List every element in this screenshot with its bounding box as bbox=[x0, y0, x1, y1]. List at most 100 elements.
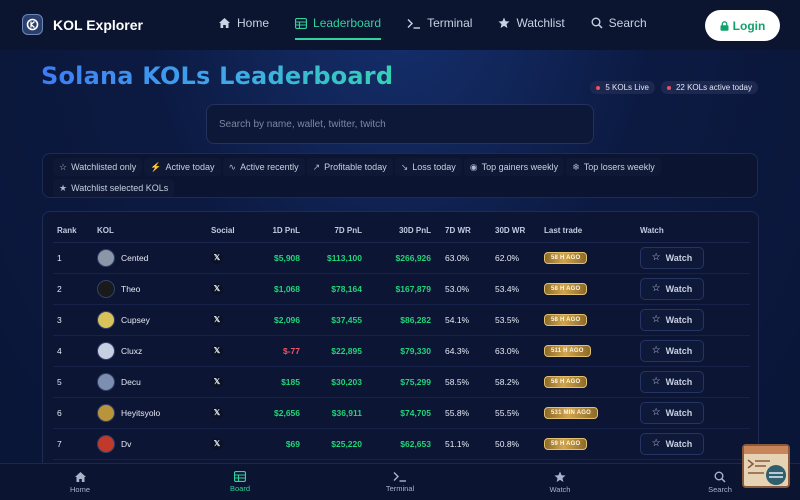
floating-chat-widget[interactable] bbox=[742, 444, 790, 488]
pnl-1d-cell: $185 bbox=[251, 366, 306, 398]
x-twitter-icon[interactable]: 𝕏 bbox=[211, 282, 223, 295]
kol-name: Cented bbox=[121, 252, 149, 263]
brand[interactable]: KOL Explorer bbox=[22, 14, 143, 35]
watch-label: Watch bbox=[665, 314, 693, 325]
wr-7d-cell: 55.8% bbox=[437, 397, 487, 429]
filter-icon: ◉ bbox=[469, 161, 478, 172]
table-row[interactable]: 4 Cluxz 𝕏 $-77 $22,895 $79,330 64.3% 63.0% 511 H… bbox=[53, 335, 750, 367]
filter-chip[interactable]: ❄ Top losers weekly bbox=[566, 158, 661, 176]
table-row[interactable]: 1 Cented 𝕏 $5,908 $113,100 $266,926 63.0% 62.0%… bbox=[53, 242, 750, 274]
x-twitter-icon[interactable]: 𝕏 bbox=[211, 406, 223, 419]
filter-bar: ☆ Watchlisted only ⚡ Active today ∿ Active re… bbox=[42, 153, 758, 198]
home-icon bbox=[74, 471, 86, 482]
social-cell: 𝕏 bbox=[211, 273, 251, 305]
star-outline-icon: ☆ bbox=[651, 345, 661, 356]
kol-cell[interactable]: Decu bbox=[97, 366, 211, 398]
kol-cell[interactable]: Dv bbox=[97, 428, 211, 460]
filter-label: Loss today bbox=[412, 162, 456, 172]
nav-watchlist[interactable]: Watchlist bbox=[498, 16, 565, 30]
filter-label: Active recently bbox=[240, 162, 299, 172]
watch-label: Watch bbox=[665, 283, 693, 294]
table-row[interactable]: 2 Theo 𝕏 $1,068 $78,164 $167,879 53.0% 53.4% 58 … bbox=[53, 273, 750, 305]
pnl-7d-cell: $37,455 bbox=[306, 304, 368, 336]
leaderboard-icon bbox=[295, 17, 308, 29]
rank-cell: 1 bbox=[53, 242, 97, 274]
avatar bbox=[97, 279, 115, 298]
pnl-30d-cell: $79,330 bbox=[368, 335, 437, 367]
filter-icon: ↘ bbox=[400, 161, 409, 172]
watch-button[interactable]: ☆ Watch bbox=[640, 277, 704, 300]
pnl-7d-cell: $78,164 bbox=[306, 273, 368, 305]
star-outline-icon: ☆ bbox=[651, 376, 661, 387]
bottom-nav-home[interactable]: Home bbox=[0, 464, 160, 500]
watch-button[interactable]: ☆ Watch bbox=[640, 246, 704, 269]
kol-cell[interactable]: Heyitsyolo bbox=[97, 397, 211, 429]
rank-cell: 4 bbox=[53, 335, 97, 367]
lock-icon bbox=[720, 20, 729, 31]
avatar bbox=[97, 434, 115, 453]
filter-chip[interactable]: ↘ Loss today bbox=[395, 158, 462, 176]
column-header: 30D PnL bbox=[368, 220, 437, 243]
bottom-nav-terminal[interactable]: Terminal bbox=[320, 464, 480, 500]
x-twitter-icon[interactable]: 𝕏 bbox=[211, 313, 223, 326]
filter-chip[interactable]: ◉ Top gainers weekly bbox=[464, 158, 564, 176]
rank-cell: 2 bbox=[53, 273, 97, 305]
wr-30d-cell: 53.5% bbox=[487, 304, 544, 336]
social-cell: 𝕏 bbox=[211, 366, 251, 398]
nav-search[interactable]: Search bbox=[591, 16, 647, 30]
star-icon bbox=[498, 17, 510, 28]
table-row[interactable]: 6 Heyitsyolo 𝕏 $2,656 $36,911 $74,705 55.8% 55.… bbox=[53, 397, 750, 429]
filter-chip[interactable]: ★ Watchlist selected KOLs bbox=[53, 179, 174, 197]
watch-label: Watch bbox=[665, 345, 693, 356]
filter-chip[interactable]: ↗ Profitable today bbox=[307, 158, 393, 176]
rank-cell: 6 bbox=[53, 397, 97, 429]
kol-cell[interactable]: Cented bbox=[97, 242, 211, 274]
last-trade-cell: 58 H AGO bbox=[544, 273, 640, 305]
nav-terminal[interactable]: Terminal bbox=[407, 16, 472, 30]
filter-icon: ∿ bbox=[228, 161, 237, 172]
filter-label: Active today bbox=[165, 162, 215, 172]
search-box bbox=[206, 104, 594, 144]
pnl-1d-cell: $2,656 bbox=[251, 397, 306, 429]
watch-cell: ☆ Watch bbox=[640, 335, 750, 367]
filter-chip[interactable]: ∿ Active recently bbox=[223, 158, 305, 176]
login-button[interactable]: Login bbox=[705, 10, 780, 41]
table-row[interactable]: 5 Decu 𝕏 $185 $30,203 $75,299 58.5% 58.2% 58 H A… bbox=[53, 366, 750, 398]
bottom-nav-board[interactable]: Board bbox=[160, 464, 320, 500]
avatar bbox=[97, 403, 115, 422]
search-input[interactable] bbox=[219, 118, 581, 130]
nav-home[interactable]: Home bbox=[218, 16, 269, 30]
filter-icon: ★ bbox=[59, 182, 68, 193]
filter-chip[interactable]: ☆ Watchlisted only bbox=[53, 158, 142, 176]
x-twitter-icon[interactable]: 𝕏 bbox=[211, 251, 223, 264]
kol-cell[interactable]: Cupsey bbox=[97, 304, 211, 336]
filter-icon: ↗ bbox=[312, 161, 321, 172]
bottom-nav-home-label: Home bbox=[69, 484, 90, 494]
bottom-nav-board-label: Board bbox=[229, 484, 250, 493]
bottom-nav-watch[interactable]: Watch bbox=[480, 464, 640, 500]
filter-chip[interactable]: ⚡ Active today bbox=[144, 158, 220, 176]
column-header: Rank bbox=[53, 220, 97, 243]
table-row[interactable]: 7 Dv 𝕏 $69 $25,220 $62,653 51.1% 50.8% 59 H AGO ☆… bbox=[53, 428, 750, 460]
watch-button[interactable]: ☆ Watch bbox=[640, 432, 704, 455]
filter-label: Watchlisted only bbox=[71, 162, 137, 172]
kol-cell[interactable]: Theo bbox=[97, 273, 211, 305]
app-name: KOL Explorer bbox=[53, 16, 143, 33]
watch-button[interactable]: ☆ Watch bbox=[640, 370, 704, 393]
watch-button[interactable]: ☆ Watch bbox=[640, 308, 704, 331]
table-row[interactable]: 3 Cupsey 𝕏 $2,096 $37,455 $86,282 54.1% 53.5% 58… bbox=[53, 304, 750, 336]
watch-button[interactable]: ☆ Watch bbox=[640, 339, 704, 362]
last-trade-cell: 531 MIN AGO bbox=[544, 397, 640, 429]
x-twitter-icon[interactable]: 𝕏 bbox=[211, 437, 223, 450]
active-dot-icon bbox=[666, 85, 671, 90]
live-kols-text: 5 KOLs Live bbox=[605, 83, 649, 92]
social-cell: 𝕏 bbox=[211, 428, 251, 460]
wr-7d-cell: 53.0% bbox=[437, 273, 487, 305]
x-twitter-icon[interactable]: 𝕏 bbox=[211, 344, 223, 357]
nav-leaderboard[interactable]: Leaderboard bbox=[295, 16, 382, 40]
watch-button[interactable]: ☆ Watch bbox=[640, 401, 704, 424]
kol-cell[interactable]: Cluxz bbox=[97, 335, 211, 367]
x-twitter-icon[interactable]: 𝕏 bbox=[211, 375, 223, 388]
board-icon bbox=[234, 471, 246, 482]
wr-30d-cell: 58.2% bbox=[487, 366, 544, 398]
